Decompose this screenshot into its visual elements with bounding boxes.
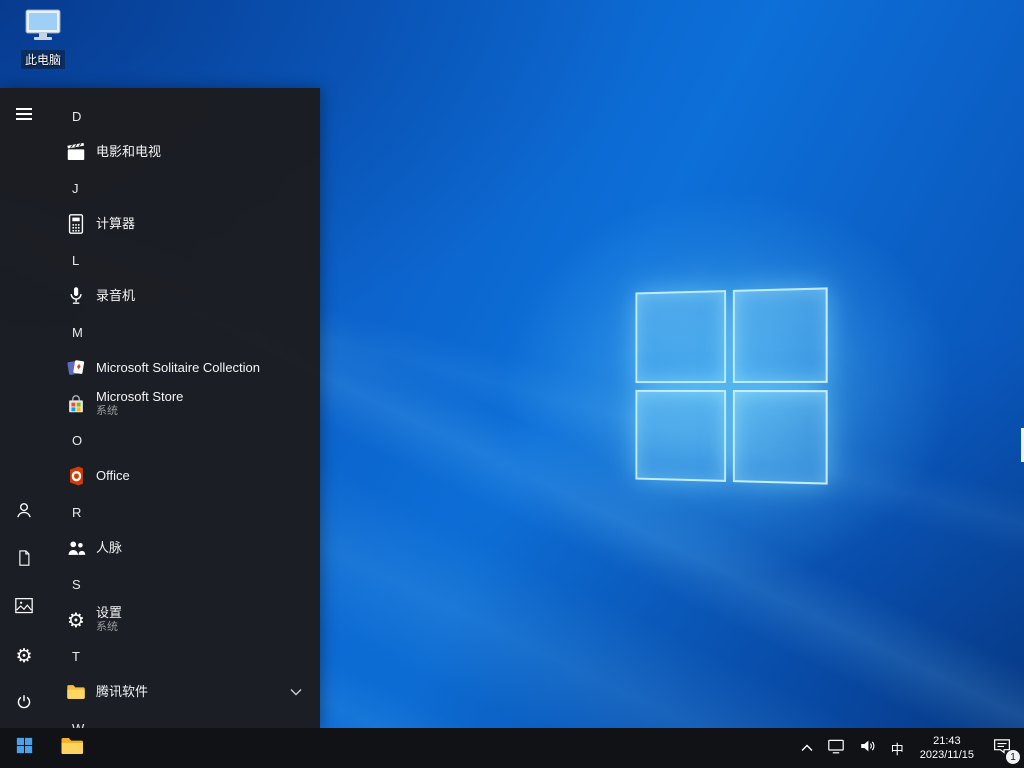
office-icon (64, 464, 88, 488)
taskbar: 中 21:43 2023/11/15 1 (0, 728, 1024, 768)
pictures-icon (14, 597, 34, 620)
volume-tray-button[interactable] (852, 728, 884, 768)
app-label: Office (96, 468, 130, 484)
app-label: Microsoft Solitaire Collection (96, 360, 261, 376)
group-letter: S (72, 576, 81, 592)
app-group-letter-m[interactable]: M (48, 314, 320, 350)
app-group-letter-l[interactable]: L (48, 242, 320, 278)
app-group-letter-s[interactable]: S (48, 566, 320, 602)
app-group-letter-d[interactable]: D (48, 98, 320, 134)
settings-button[interactable]: ⚙ (0, 632, 48, 680)
gear-icon: ⚙ (67, 608, 85, 632)
file-explorer-button[interactable] (48, 728, 96, 768)
hamburger-icon (16, 107, 32, 126)
clock-time: 21:43 (933, 735, 961, 747)
desktop-icon-this-pc[interactable]: 此电脑 (10, 8, 76, 69)
windows-start-icon (16, 737, 33, 759)
solitaire-icon (64, 356, 88, 380)
start-menu-app-list: D 电影和电视 J 计算器 L 录音机 M Microsoft Solitair… (48, 88, 320, 728)
windows-logo-pane (732, 287, 828, 383)
documents-button[interactable] (0, 536, 48, 584)
group-letter: W (72, 720, 85, 729)
windows-logo-pane (635, 290, 726, 383)
start-button[interactable] (0, 728, 48, 768)
gear-icon: ⚙ (15, 645, 33, 667)
app-label: 电影和电视 (96, 144, 162, 160)
app-label: 腾讯软件 (96, 684, 149, 700)
app-group-letter-r[interactable]: R (48, 494, 320, 530)
group-letter: O (72, 432, 83, 448)
app-subtitle: 系统 (96, 405, 118, 418)
group-letter: J (72, 180, 79, 196)
user-account-button[interactable] (0, 488, 48, 536)
user-icon (14, 500, 34, 525)
start-menu-rail: ⚙ (0, 88, 48, 728)
movies-tv-icon (64, 140, 88, 164)
clock[interactable]: 21:43 2023/11/15 (911, 728, 983, 768)
ime-indicator[interactable]: 中 (884, 728, 911, 768)
app-label: 录音机 (96, 288, 136, 304)
show-hidden-icons-button[interactable] (794, 728, 820, 768)
app-label: 计算器 (96, 216, 136, 232)
people-icon (64, 536, 88, 560)
windows-logo-pane (732, 389, 828, 485)
network-icon (827, 738, 845, 759)
clock-date: 2023/11/15 (919, 749, 974, 761)
app-item-voice-recorder[interactable]: 录音机 (48, 278, 320, 314)
app-item-microsoft-store[interactable]: Microsoft Store 系统 (48, 386, 320, 422)
group-letter: D (72, 108, 82, 124)
file-explorer-icon (60, 735, 84, 762)
app-label: 设置 (96, 605, 123, 621)
app-item-people[interactable]: 人脉 (48, 530, 320, 566)
app-item-movies-tv[interactable]: 电影和电视 (48, 134, 320, 170)
app-group-letter-t[interactable]: T (48, 638, 320, 674)
group-letter: L (72, 252, 80, 268)
chevron-down-icon (290, 688, 302, 696)
calculator-icon (64, 212, 88, 236)
folder-icon (64, 680, 88, 704)
app-item-solitaire[interactable]: Microsoft Solitaire Collection (48, 350, 320, 386)
chevron-up-icon (801, 739, 813, 757)
start-menu: ⚙ D 电影和电视 J 计算器 L 录音机 M Microsoft Solita… (0, 88, 320, 728)
document-icon (15, 548, 33, 573)
store-icon (64, 392, 88, 416)
expand-menu-button[interactable] (0, 92, 48, 140)
pictures-button[interactable] (0, 584, 48, 632)
app-group-letter-o[interactable]: O (48, 422, 320, 458)
windows-logo-pane (635, 389, 726, 482)
system-tray: 中 21:43 2023/11/15 1 (794, 728, 1024, 768)
app-label: 人脉 (96, 540, 123, 556)
app-group-letter-j[interactable]: J (48, 170, 320, 206)
app-item-settings[interactable]: ⚙ 设置 系统 (48, 602, 320, 638)
screen: 此电脑 ⚙ D 电影和电视 J 计算器 L 录音机 M Microsoft So… (0, 0, 1024, 768)
network-tray-button[interactable] (820, 728, 852, 768)
power-icon (15, 693, 33, 716)
app-subtitle: 系统 (96, 621, 118, 634)
app-item-calculator[interactable]: 计算器 (48, 206, 320, 242)
group-letter: R (72, 504, 82, 520)
notification-badge: 1 (1006, 750, 1020, 764)
app-label: Microsoft Store (96, 389, 184, 405)
app-group-letter-w[interactable]: W (48, 710, 320, 729)
power-button[interactable] (0, 680, 48, 728)
action-center-button[interactable]: 1 (983, 728, 1024, 768)
speaker-icon (859, 738, 877, 759)
app-item-office[interactable]: Office (48, 458, 320, 494)
this-pc-icon (24, 8, 62, 47)
desktop-icon-label: 此电脑 (20, 50, 65, 69)
windows-logo (635, 287, 828, 485)
microphone-icon (64, 284, 88, 308)
app-folder-tencent[interactable]: 腾讯软件 (48, 674, 320, 710)
group-letter: T (72, 648, 80, 664)
group-letter: M (72, 324, 83, 340)
